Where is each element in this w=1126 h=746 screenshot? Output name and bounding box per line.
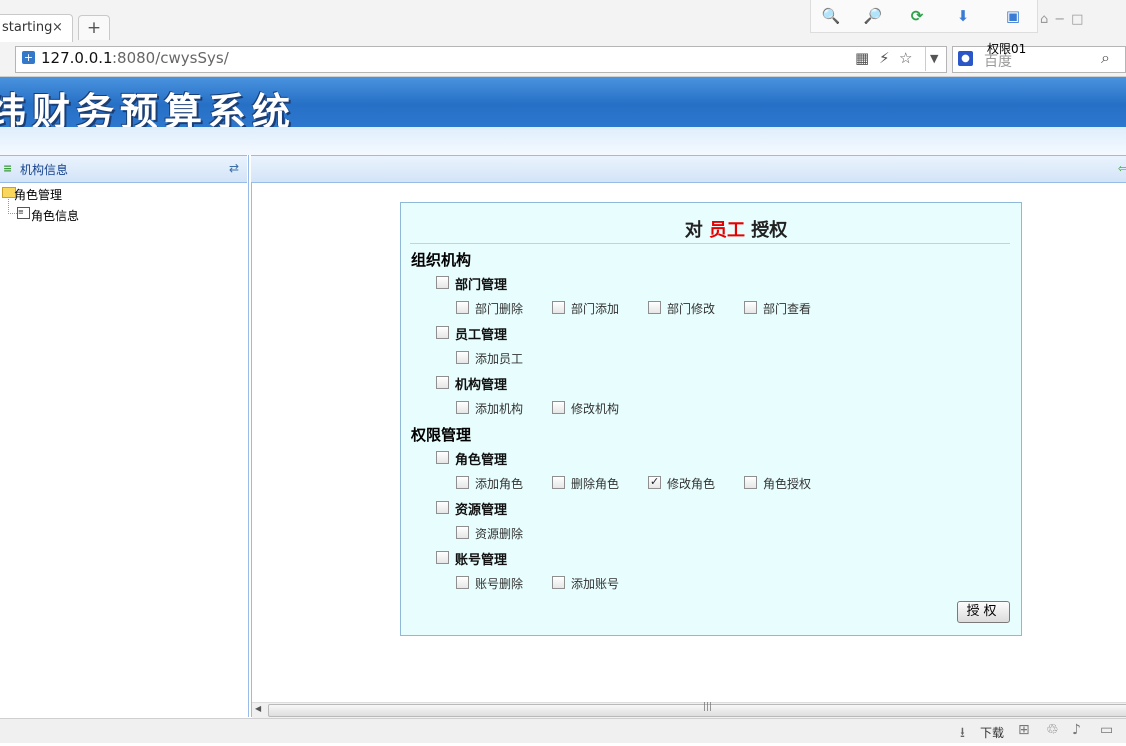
banner-band [0,127,1126,155]
current-user-label: 权限01 [987,42,1027,56]
checkbox-role-grant[interactable] [744,476,757,489]
panel-refresh-icon[interactable]: ⇄ [229,161,239,175]
authorization-form [400,202,1022,636]
trash-icon[interactable]: ♲ [1046,722,1059,738]
zoom-out-icon[interactable]: 🔎 [860,4,886,28]
right-panel-header [251,155,1126,183]
scrollbar-grip: ||| [703,702,713,712]
checkbox-role-edit[interactable] [648,475,661,489]
checkbox-dept-edit[interactable] [648,301,661,314]
tree-node-role-management[interactable]: 角色管理 [14,186,62,203]
download-icon[interactable]: ⭳ [960,722,965,746]
perm-dept-edit: 部门修改 [667,302,716,316]
section-permissions: 权限管理 [411,426,472,444]
perm-org-edit: 修改机构 [571,402,620,416]
add-icon[interactable]: ⊞ [1018,722,1030,738]
group-role-management: 角色管理 [455,453,508,468]
zoom-in-icon[interactable]: 🔍 [818,4,844,28]
checkbox-dept-view[interactable] [744,301,757,314]
group-org-management: 机构管理 [455,378,508,393]
skin-icon[interactable]: ⌂ [1040,12,1054,27]
perm-org-add: 添加机构 [475,402,524,416]
address-divider [925,47,926,71]
download-tool-icon[interactable]: ⬇ [950,4,976,28]
document-icon[interactable]: ≡ [17,207,30,219]
checkbox-org-edit[interactable] [552,401,565,414]
volume-icon[interactable]: ♪ [1072,722,1081,738]
checkbox-account-delete[interactable] [456,576,469,589]
new-tab-button[interactable]: + [78,15,110,40]
tree-connector [8,199,17,214]
window-icon[interactable]: ▭ [1100,722,1113,738]
checkbox-dept-management[interactable] [436,276,449,289]
org-icon: ≡ [3,162,13,175]
checkbox-resource-management[interactable] [436,501,449,514]
url-path: :8080/cwysSys/ [112,49,229,67]
checkbox-role-management[interactable] [436,451,449,464]
perm-account-delete: 账号删除 [475,577,524,591]
checkbox-role-delete[interactable] [552,476,565,489]
checkbox-org-management[interactable] [436,376,449,389]
checkbox-resource-delete[interactable] [456,526,469,539]
perm-staff-add: 添加员工 [475,352,524,366]
left-panel [0,155,249,717]
group-resource-management: 资源管理 [455,503,508,518]
lightning-icon[interactable]: ⚡ [879,49,890,67]
checkbox-org-add[interactable] [456,401,469,414]
download-label[interactable]: 下载 [980,724,1004,741]
form-title-prefix: 对 [684,220,703,241]
group-staff-management: 员工管理 [455,328,508,343]
perm-resource-delete: 资源删除 [475,527,524,541]
tab-title: starting [2,20,53,35]
form-title-role: 员工 [709,220,745,241]
form-title-suffix: 授权 [751,220,788,241]
window-controls[interactable]: ⌂−□ [1040,12,1089,27]
perm-role-add: 添加角色 [475,477,524,491]
collapse-arrow-icon[interactable]: ⇦ [1118,162,1126,175]
address-dropdown-icon[interactable]: ▼ [930,52,938,65]
left-panel-title: 机构信息 [20,163,69,177]
perm-dept-delete: 部门删除 [475,302,524,316]
tree-node-role-info[interactable]: 角色信息 [31,207,79,224]
perm-role-delete: 删除角色 [571,477,620,491]
perm-dept-add: 部门添加 [571,302,620,316]
minimize-icon[interactable]: − [1054,12,1071,27]
tab-close-button[interactable]: × [52,20,63,35]
perm-dept-view: 部门查看 [763,302,812,316]
checkbox-account-management[interactable] [436,551,449,564]
group-dept-management: 部门管理 [455,278,508,293]
checkbox-role-add[interactable] [456,476,469,489]
url-host: 127.0.0.1 [41,49,113,67]
search-box[interactable] [952,46,1126,73]
group-account-management: 账号管理 [455,553,508,568]
reload-icon[interactable]: ⟳ [904,4,930,28]
perm-account-add: 添加账号 [571,577,620,591]
perm-role-grant: 角色授权 [763,477,812,491]
scroll-left-icon[interactable]: ◀ [255,704,261,713]
perm-role-edit: 修改角色 [667,477,716,491]
baidu-paw-icon[interactable]: ● [958,51,973,66]
screen-icon[interactable]: ▣ [1000,4,1026,28]
checkbox-staff-add[interactable] [456,351,469,364]
search-icon[interactable]: ⌕ [1101,48,1110,68]
status-bar [0,718,1126,743]
site-info-icon[interactable]: + [22,51,35,64]
qr-code-icon[interactable]: ▦ [855,49,869,67]
bookmark-star-icon[interactable]: ☆ [899,49,912,67]
scrollbar-thumb[interactable] [268,704,1126,717]
checkbox-dept-add[interactable] [552,301,565,314]
form-title: 对 员工 授权 [400,216,1072,242]
checkbox-dept-delete[interactable] [456,301,469,314]
authorize-button[interactable]: 授权 [957,601,1010,623]
checkbox-staff-management[interactable] [436,326,449,339]
section-org: 组织机构 [411,251,472,269]
checkbox-account-add[interactable] [552,576,565,589]
form-divider [410,243,1010,244]
restore-icon[interactable]: □ [1071,12,1089,27]
